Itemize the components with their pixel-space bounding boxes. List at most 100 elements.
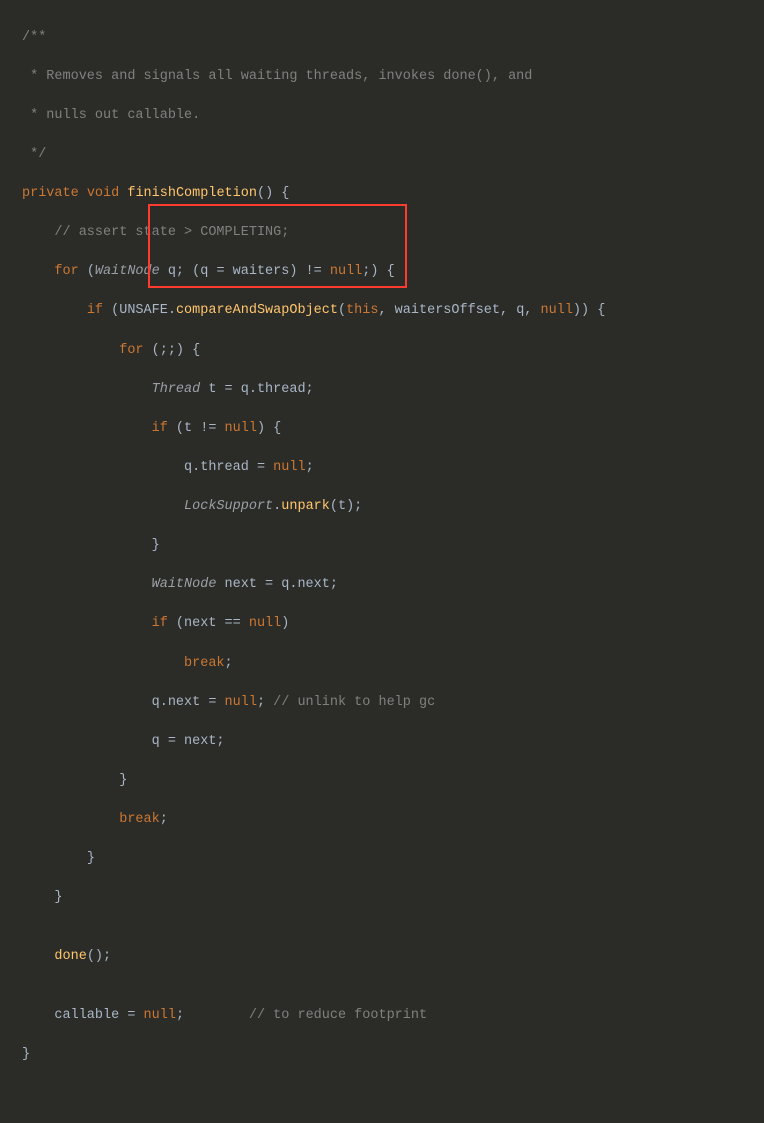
punc: (;;) { — [144, 343, 201, 358]
comment: // unlink to help gc — [273, 695, 435, 710]
kw-null: null — [330, 264, 362, 279]
kw-null: null — [225, 695, 257, 710]
kw-this: this — [346, 303, 378, 318]
punc: ; — [306, 460, 314, 475]
code-line: WaitNode next = q.next; — [0, 575, 764, 595]
comment: // to reduce footprint — [249, 1008, 427, 1023]
comment: * nulls out callable. — [22, 108, 200, 123]
punc: ; — [176, 1008, 249, 1023]
code-line: private void finishCompletion() { — [0, 184, 764, 204]
punc: () { — [257, 186, 289, 201]
indent — [22, 734, 152, 749]
indent — [22, 1008, 54, 1023]
punc: } — [87, 851, 95, 866]
indent — [22, 382, 152, 397]
code-line: if (t != null) { — [0, 419, 764, 439]
kw-private: private — [22, 186, 79, 201]
punc: } — [54, 890, 62, 905]
code-line: done(); — [0, 947, 764, 967]
punc: } — [152, 538, 160, 553]
code-line: } — [0, 1045, 764, 1065]
code-line: q.thread = null; — [0, 458, 764, 478]
kw-if: if — [87, 303, 103, 318]
code-line: } — [0, 888, 764, 908]
kw-void: void — [87, 186, 119, 201]
kw-if: if — [152, 421, 168, 436]
indent — [22, 656, 184, 671]
code-line: } — [0, 536, 764, 556]
ident: callable = — [54, 1008, 143, 1023]
code-line: // assert state > COMPLETING; — [0, 223, 764, 243]
ident: (next == — [168, 616, 249, 631]
code-line: if (UNSAFE.compareAndSwapObject(this, wa… — [0, 301, 764, 321]
punc: ;) { — [362, 264, 394, 279]
indent — [22, 343, 119, 358]
punc: } — [22, 1047, 30, 1062]
punc: ) { — [257, 421, 281, 436]
code-line: LockSupport.unpark(t); — [0, 497, 764, 517]
code-line: /** — [0, 28, 764, 48]
ident: next = q.next; — [216, 577, 338, 592]
kw-for: for — [54, 264, 78, 279]
punc: ( — [338, 303, 346, 318]
code-line: for (;;) { — [0, 341, 764, 361]
code-line: q.next = null; // unlink to help gc — [0, 693, 764, 713]
code-editor[interactable]: /** * Removes and signals all waiting th… — [0, 0, 764, 1123]
comment: // assert state > COMPLETING; — [22, 225, 289, 240]
punc: ; — [160, 812, 168, 827]
ident: t = q.thread; — [200, 382, 313, 397]
ident: q.next = — [152, 695, 225, 710]
indent — [22, 577, 152, 592]
ident: q = next; — [152, 734, 225, 749]
kw-null: null — [144, 1008, 176, 1023]
comment: /** — [22, 30, 46, 45]
punc: ; — [257, 695, 273, 710]
punc: (); — [87, 949, 111, 964]
indent — [22, 851, 87, 866]
punc: )) { — [573, 303, 605, 318]
code-line: * Removes and signals all waiting thread… — [0, 67, 764, 87]
ident: (t); — [330, 499, 362, 514]
code-line: } — [0, 771, 764, 791]
kw-null: null — [225, 421, 257, 436]
code-line: if (next == null) — [0, 614, 764, 634]
indent — [22, 460, 184, 475]
comment: */ — [22, 147, 46, 162]
ident: , waitersOffset, q, — [378, 303, 540, 318]
ident: q.thread = — [184, 460, 273, 475]
punc: ; — [225, 656, 233, 671]
code-line: } — [0, 849, 764, 869]
type: WaitNode — [95, 264, 160, 279]
ident: q; (q = waiters) != — [160, 264, 330, 279]
punc: ) — [281, 616, 289, 631]
method-call: compareAndSwapObject — [176, 303, 338, 318]
indent — [22, 773, 119, 788]
code-line: */ — [0, 145, 764, 165]
kw-null: null — [273, 460, 305, 475]
kw-null: null — [249, 616, 281, 631]
method-call: unpark — [281, 499, 330, 514]
indent — [22, 695, 152, 710]
indent — [22, 264, 54, 279]
indent — [22, 303, 87, 318]
type: LockSupport — [184, 499, 273, 514]
indent — [22, 616, 152, 631]
indent — [22, 421, 152, 436]
method-call: done — [54, 949, 86, 964]
method-name: finishCompletion — [127, 186, 257, 201]
punc: ( — [79, 264, 95, 279]
kw-break: break — [184, 656, 225, 671]
type: WaitNode — [152, 577, 217, 592]
ident: (t != — [168, 421, 225, 436]
kw-null: null — [541, 303, 573, 318]
indent — [22, 538, 152, 553]
ident: (UNSAFE. — [103, 303, 176, 318]
code-line: for (WaitNode q; (q = waiters) != null;)… — [0, 262, 764, 282]
kw-for: for — [119, 343, 143, 358]
code-line: Thread t = q.thread; — [0, 380, 764, 400]
indent — [22, 949, 54, 964]
type: Thread — [152, 382, 201, 397]
punc: } — [119, 773, 127, 788]
indent — [22, 890, 54, 905]
comment: * Removes and signals all waiting thread… — [22, 69, 532, 84]
